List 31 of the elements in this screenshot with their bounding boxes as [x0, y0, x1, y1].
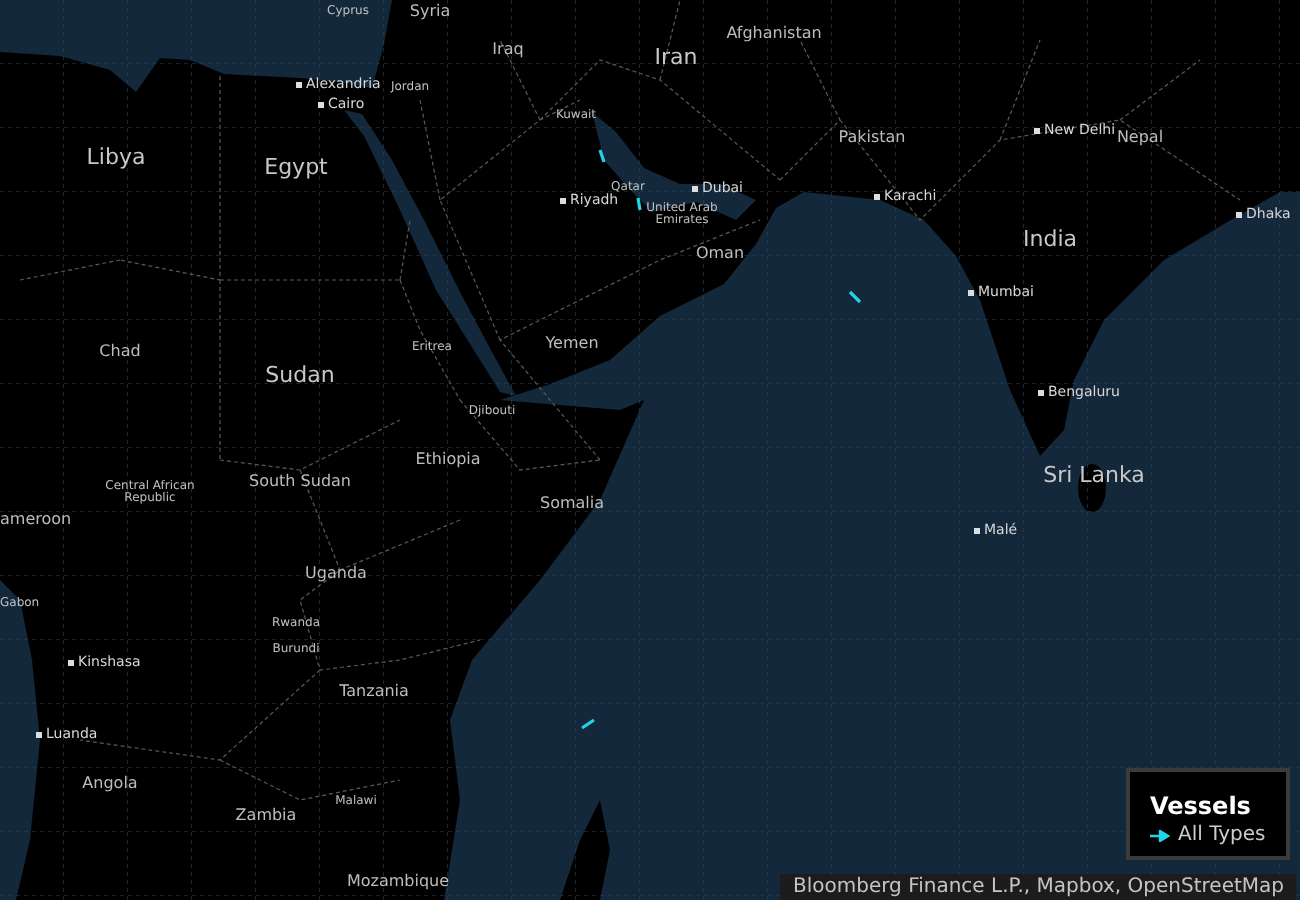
country-label: Yemen: [545, 335, 599, 353]
country-label: Oman: [695, 245, 745, 263]
legend-title: Vessels: [1150, 792, 1253, 820]
country-label: Angola: [82, 775, 138, 793]
country-label: ameroon: [0, 511, 72, 529]
country-label: Sudan: [265, 364, 335, 388]
country-label: Tanzania: [339, 683, 409, 701]
country-label: Uganda: [305, 565, 367, 583]
country-label: Mozambique: [346, 873, 450, 891]
country-label: Sri Lanka: [1043, 464, 1145, 488]
attribution-text: Bloomberg Finance L.P., Mapbox, OpenStreetMap: [780, 874, 1296, 900]
country-label: Nepal: [1116, 129, 1164, 147]
arrow-icon: [1150, 829, 1170, 841]
country-label: South Sudan: [249, 473, 351, 491]
legend-label: All Types: [1178, 824, 1266, 846]
country-label: Somalia: [540, 495, 604, 513]
vessel-icon[interactable]: [636, 197, 642, 211]
country-label: Ethiopia: [415, 451, 481, 469]
country-label: Iran: [654, 46, 698, 70]
vessel-icon[interactable]: [848, 290, 862, 304]
country-label: Egypt: [264, 156, 328, 180]
country-label: Syria: [409, 3, 451, 21]
vessel-icon[interactable]: [581, 718, 595, 730]
country-label: Libya: [86, 146, 146, 170]
country-label: Pakistan: [838, 129, 906, 147]
country-label: Zambia: [235, 807, 297, 825]
country-label: Iraq: [492, 41, 524, 59]
country-label: India: [1023, 228, 1077, 252]
country-label: Chad: [99, 343, 141, 361]
vessel-icon[interactable]: [598, 149, 606, 163]
country-label: Afghanistan: [726, 25, 822, 43]
